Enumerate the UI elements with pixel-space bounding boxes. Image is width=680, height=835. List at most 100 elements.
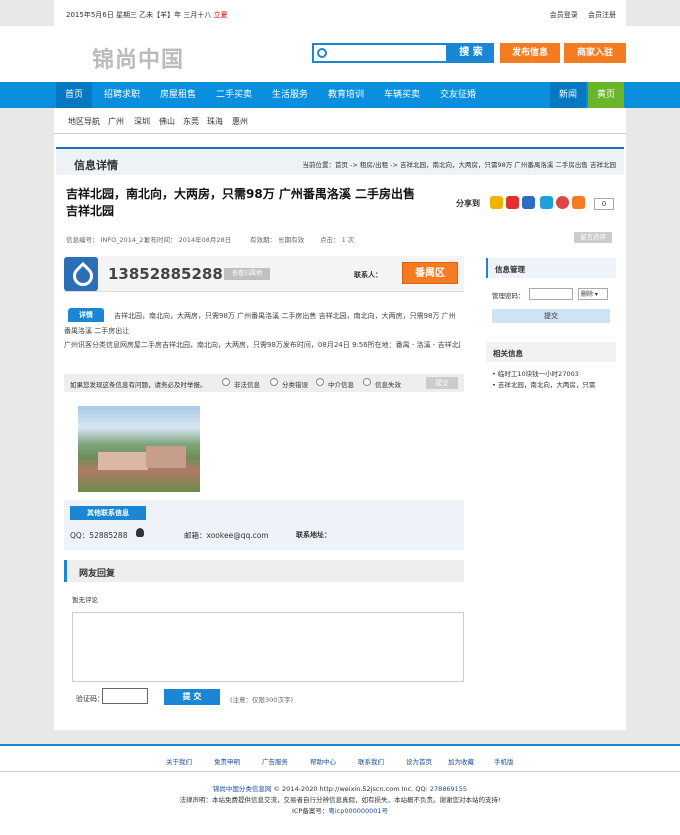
share-count: 0 bbox=[594, 198, 614, 210]
related-item[interactable]: • 吉祥北园，南北向，大两房，只需 bbox=[492, 379, 616, 389]
footer-nav: 关于我们 免责申明 广告服务 帮助中心 联系我们 设为首页 加为收藏 手机版 bbox=[0, 744, 680, 772]
nav-item-news[interactable]: 新闻 bbox=[550, 82, 586, 108]
comment-submit-button[interactable]: 提 交 bbox=[164, 689, 220, 705]
footer-icp-link[interactable]: 粤icp000000001号 bbox=[328, 807, 388, 815]
login-link[interactable]: 会员登录 bbox=[550, 11, 578, 19]
tencent-share-icon[interactable] bbox=[540, 196, 553, 209]
footer-link-contact[interactable]: 联系我们 bbox=[358, 756, 384, 766]
comment-button[interactable]: 留言点评 bbox=[574, 232, 612, 243]
page-title: 信息详情 bbox=[74, 159, 118, 172]
top-bar: 2015年5月6日 星期三 乙未【羊】年 三月十八 立夏 会员登录 会员注册 bbox=[54, 0, 626, 26]
footer-link-help[interactable]: 帮助中心 bbox=[310, 756, 336, 766]
report-bar: 如果您发现这条信息有问题，请务必及时举报。 非法信息 分类错误 中介信息 信息失… bbox=[64, 374, 464, 392]
meta-id: 信息编号： INFO_2014_21 bbox=[66, 236, 148, 244]
report-radio-expired[interactable] bbox=[363, 378, 371, 386]
merchant-join-button[interactable]: 商家入驻 bbox=[564, 43, 626, 63]
detail-description: 吉祥北园，南北向，大两房，只需98万 广州番禺洛溪 二手房出售 吉祥北园，南北向… bbox=[64, 312, 456, 335]
lookup-location-button[interactable]: 查看归属地 bbox=[224, 268, 270, 280]
report-option-illegal: 非法信息 bbox=[234, 381, 260, 389]
contact-person-label: 联系人： bbox=[354, 271, 382, 279]
region-dongguan[interactable]: 东莞 bbox=[183, 116, 199, 127]
listing-title: 吉祥北园，南北向，大两房，只需98万 广州番禺洛溪 二手房出售 吉祥北园 bbox=[66, 187, 416, 218]
footer-link-ads[interactable]: 广告服务 bbox=[262, 756, 288, 766]
region-nav: 地区导航 广州 深圳 佛山 东莞 珠海 惠州 bbox=[54, 108, 626, 134]
report-radio-illegal[interactable] bbox=[222, 378, 230, 386]
meta-valid: 有效期： 长期有效 bbox=[250, 236, 305, 244]
listing-photo[interactable] bbox=[78, 406, 200, 492]
phone-icon bbox=[64, 257, 98, 291]
region-nav-label: 地区导航 bbox=[68, 117, 100, 126]
register-link[interactable]: 会员注册 bbox=[588, 11, 616, 19]
region-huizhou[interactable]: 惠州 bbox=[232, 116, 248, 127]
photo-building bbox=[98, 452, 148, 470]
main-nav: 首页 招聘求职 房屋租售 二手买卖 生活服务 教育培训 车辆买卖 交友征婚 新闻… bbox=[0, 82, 680, 108]
footer-site-link[interactable]: 锦尚中国分类信息网 bbox=[213, 785, 272, 793]
footer-icp: ICP备案号：粤icp000000001号 bbox=[291, 807, 389, 815]
search-input[interactable] bbox=[312, 43, 448, 63]
nav-item-vehicles[interactable]: 车辆买卖 bbox=[376, 82, 428, 108]
breadcrumb[interactable]: 当前位置：首页 -> 租房/出租 -> 吉祥北园，南北向，大两房，只需98万 广… bbox=[302, 159, 616, 169]
contact-address-label: 联系地址： bbox=[296, 531, 331, 539]
footer-link-favorite[interactable]: 加为收藏 bbox=[448, 756, 474, 766]
footer-link-mobile[interactable]: 手机版 bbox=[494, 756, 514, 766]
comment-textarea[interactable] bbox=[72, 612, 464, 682]
report-question: 如果您发现这条信息有问题，请务必及时举报。 bbox=[70, 381, 207, 389]
captcha-input[interactable] bbox=[102, 688, 148, 704]
nav-item-services[interactable]: 生活服务 bbox=[264, 82, 316, 108]
related-title: 相关信息 bbox=[493, 349, 523, 358]
site-logo[interactable]: 锦尚中国 bbox=[92, 42, 184, 74]
detail-description-extra: 广州讯客分类信息网房屋二手房吉祥北园，南北向，大两房，只需98万发布时间，08月… bbox=[64, 341, 460, 349]
qzone-share-icon[interactable] bbox=[490, 196, 503, 209]
password-input[interactable] bbox=[529, 288, 573, 300]
solar-term: 立夏 bbox=[213, 11, 228, 19]
nav-item-dating[interactable]: 交友征婚 bbox=[432, 82, 484, 108]
captcha-label: 验证码： bbox=[76, 695, 104, 703]
manage-title: 信息管理 bbox=[495, 265, 525, 274]
reply-title: 网友回复 bbox=[79, 569, 116, 579]
nav-item-yellowpages[interactable]: 黄页 bbox=[588, 82, 624, 108]
no-comment-text: 暂无评论 bbox=[72, 596, 98, 604]
other-contact-tab: 其他联系信息 bbox=[70, 506, 146, 520]
renren-share-icon[interactable] bbox=[522, 196, 535, 209]
region-guangzhou[interactable]: 广州 bbox=[108, 116, 124, 127]
nav-item-housing[interactable]: 房屋租售 bbox=[152, 82, 204, 108]
comment-hint: (注意：仅限300汉字) bbox=[230, 696, 293, 704]
related-item[interactable]: • 临时工10块钱一小时27003 bbox=[492, 368, 616, 378]
footer-link-about[interactable]: 关于我们 bbox=[166, 756, 192, 766]
tab-detail[interactable]: 详情 bbox=[68, 308, 104, 322]
nav-item-jobs[interactable]: 招聘求职 bbox=[98, 82, 146, 108]
nav-item-education[interactable]: 教育培训 bbox=[320, 82, 372, 108]
report-option-expired: 信息失效 bbox=[375, 381, 401, 389]
region-shenzhen[interactable]: 深圳 bbox=[134, 116, 150, 127]
report-radio-category[interactable] bbox=[270, 378, 278, 386]
kaixin-share-icon[interactable] bbox=[556, 196, 569, 209]
action-select[interactable]: 删除 ▾ bbox=[578, 288, 608, 300]
footer-legal: 法律声明：本站免费提供信息交流，交易者自行分辨信息真假，如有损失，本站概不负责。… bbox=[179, 796, 501, 804]
nav-item-home[interactable]: 首页 bbox=[56, 82, 92, 108]
photo-building bbox=[146, 446, 186, 468]
date-text: 2015年5月6日 星期三 乙未【羊】年 三月十八 立夏 bbox=[66, 11, 228, 19]
weibo-share-icon[interactable] bbox=[506, 196, 519, 209]
nav-item-secondhand[interactable]: 二手买卖 bbox=[210, 82, 258, 108]
header: 锦尚中国 搜 索 发布信息 商家入驻 bbox=[0, 26, 680, 82]
share-label: 分享到 bbox=[456, 199, 480, 208]
meta-time: 发布时间： 2014年08月28日 bbox=[144, 236, 232, 244]
password-label: 管理密码： bbox=[492, 292, 525, 300]
other-contact-box: 其他联系信息 QQ：52885288 邮箱：xookee@qq.com 联系地址… bbox=[64, 500, 464, 550]
qq-icon[interactable] bbox=[136, 528, 144, 537]
region-foshan[interactable]: 佛山 bbox=[159, 116, 175, 127]
footer: 锦尚中国分类信息网 © 2014-2020 http://weixin.52js… bbox=[0, 772, 680, 835]
email-address: 邮箱：xookee@qq.com bbox=[184, 531, 269, 540]
post-info-button[interactable]: 发布信息 bbox=[500, 43, 560, 63]
manage-submit-button[interactable]: 提交 bbox=[492, 309, 610, 323]
phone-box: 13852885288 查看归属地 联系人： 番禺区 bbox=[64, 256, 464, 292]
search-button[interactable]: 搜 索 bbox=[448, 43, 494, 63]
footer-link-homepage[interactable]: 设为首页 bbox=[406, 756, 432, 766]
qq-number: QQ：52885288 bbox=[70, 531, 128, 540]
report-submit-button[interactable]: 提交 bbox=[426, 377, 458, 389]
more-share-icon[interactable] bbox=[572, 196, 585, 209]
region-zhuhai[interactable]: 珠海 bbox=[207, 116, 223, 127]
footer-qq[interactable]: 278869155 bbox=[430, 785, 467, 793]
footer-link-disclaimer[interactable]: 免责申明 bbox=[214, 756, 240, 766]
report-radio-agent[interactable] bbox=[316, 378, 324, 386]
